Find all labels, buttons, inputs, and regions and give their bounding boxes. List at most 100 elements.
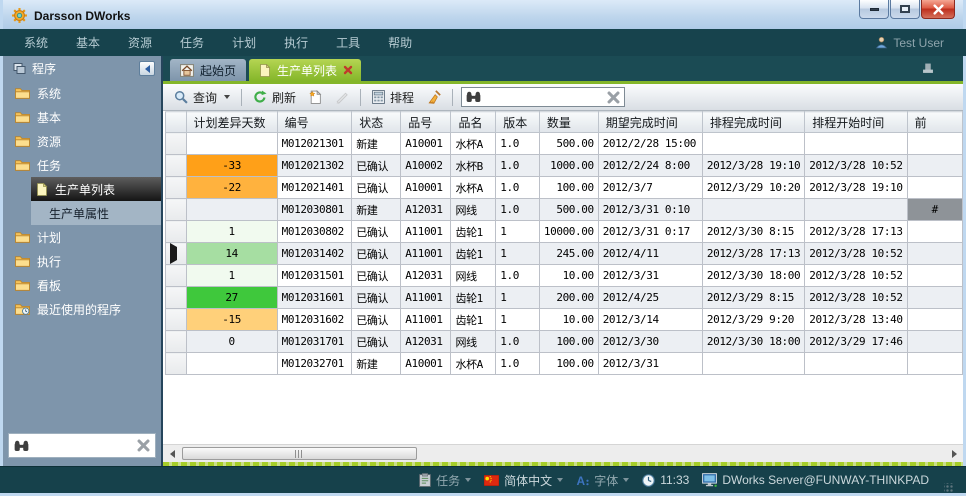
scroll-right-button[interactable] — [946, 446, 962, 462]
sidebar-item-kanban[interactable]: 看板 — [3, 273, 161, 297]
cell-extra[interactable] — [907, 265, 962, 287]
cell-expect[interactable]: 2012/3/31 0:10 — [598, 199, 702, 221]
cell-diff[interactable]: 14 — [186, 243, 277, 265]
toolbar-search-input[interactable] — [485, 90, 603, 104]
cell-num[interactable]: M012030801 — [277, 199, 352, 221]
query-button[interactable]: 查询 — [168, 86, 236, 109]
cell-extra[interactable] — [907, 177, 962, 199]
cell-qty[interactable]: 500.00 — [539, 199, 598, 221]
schedule-button[interactable]: 排程 — [366, 86, 420, 109]
cell-extra[interactable]: # — [907, 199, 962, 221]
cell-ver[interactable]: 1 — [496, 309, 540, 331]
cell-diff[interactable] — [186, 133, 277, 155]
cell-pid[interactable]: A11001 — [401, 309, 451, 331]
cell-ver[interactable]: 1.0 — [496, 331, 540, 353]
cell-num[interactable]: M012032701 — [277, 353, 352, 375]
table-row[interactable]: -15M012031602已确认A11001齿轮1110.002012/3/14… — [166, 309, 963, 331]
menu-item-resource[interactable]: 资源 — [114, 29, 166, 56]
column-header-diff[interactable]: 计划差异天数 — [186, 112, 277, 133]
row-selector[interactable] — [166, 199, 187, 221]
menu-item-task[interactable]: 任务 — [166, 29, 218, 56]
cell-pid[interactable]: A11001 — [401, 287, 451, 309]
close-button[interactable] — [921, 0, 955, 19]
cell-qty[interactable]: 100.00 — [539, 331, 598, 353]
cell-expect[interactable]: 2012/3/31 — [598, 265, 702, 287]
edit-button[interactable] — [329, 87, 355, 107]
cell-extra[interactable] — [907, 221, 962, 243]
chevron-down-icon[interactable] — [557, 478, 563, 482]
cell-status[interactable]: 新建 — [352, 199, 401, 221]
cell-status[interactable]: 已确认 — [352, 177, 401, 199]
cell-sched_end[interactable] — [702, 133, 804, 155]
cell-ver[interactable]: 1.0 — [496, 133, 540, 155]
sidebar-item-production-order-props[interactable]: 生产单属性 — [31, 201, 161, 225]
row-selector[interactable] — [166, 133, 187, 155]
cell-expect[interactable]: 2012/4/11 — [598, 243, 702, 265]
row-selector[interactable] — [166, 353, 187, 375]
cell-expect[interactable]: 2012/3/30 — [598, 331, 702, 353]
cell-num[interactable]: M012031701 — [277, 331, 352, 353]
cell-qty[interactable]: 245.00 — [539, 243, 598, 265]
cell-expect[interactable]: 2012/3/14 — [598, 309, 702, 331]
menu-item-basic[interactable]: 基本 — [62, 29, 114, 56]
cell-pname[interactable]: 齿轮1 — [451, 221, 496, 243]
tab-close-icon[interactable] — [343, 65, 353, 75]
cell-status[interactable]: 已确认 — [352, 221, 401, 243]
cell-expect[interactable]: 2012/2/28 15:00 — [598, 133, 702, 155]
column-header-ver[interactable]: 版本 — [496, 112, 540, 133]
cell-sched_end[interactable] — [702, 199, 804, 221]
cell-pname[interactable]: 齿轮1 — [451, 243, 496, 265]
cell-ver[interactable]: 1.0 — [496, 177, 540, 199]
menu-item-help[interactable]: 帮助 — [374, 29, 426, 56]
cell-pname[interactable]: 网线 — [451, 199, 496, 221]
cell-ver[interactable]: 1 — [496, 287, 540, 309]
cell-diff[interactable]: 1 — [186, 221, 277, 243]
cell-sched_start[interactable]: 2012/3/28 13:40 — [805, 309, 907, 331]
cell-num[interactable]: M012021302 — [277, 155, 352, 177]
column-header-qty[interactable]: 数量 — [539, 112, 598, 133]
cell-pname[interactable]: 齿轮1 — [451, 287, 496, 309]
column-header-sched_start[interactable]: 排程开始时间 — [805, 112, 907, 133]
column-header-pid[interactable]: 品号 — [401, 112, 451, 133]
cell-qty[interactable]: 10.00 — [539, 309, 598, 331]
maximize-button[interactable] — [890, 0, 920, 19]
table-row[interactable]: M012021301新建A10001水杯A1.0500.002012/2/28 … — [166, 133, 963, 155]
scroll-left-button[interactable] — [164, 446, 180, 462]
cell-num[interactable]: M012021301 — [277, 133, 352, 155]
column-header-pname[interactable]: 品名 — [451, 112, 496, 133]
table-row[interactable]: 1M012030802已确认A11001齿轮1110000.002012/3/3… — [166, 221, 963, 243]
cell-qty[interactable]: 100.00 — [539, 177, 598, 199]
cell-ver[interactable]: 1.0 — [496, 265, 540, 287]
cell-pid[interactable]: A11001 — [401, 243, 451, 265]
tab-production-order-list[interactable]: 生产单列表 — [249, 59, 361, 81]
row-selector[interactable] — [166, 221, 187, 243]
cell-extra[interactable] — [907, 133, 962, 155]
status-task[interactable]: 任务 — [419, 472, 471, 489]
column-header-expect[interactable]: 期望完成时间 — [598, 112, 702, 133]
cell-expect[interactable]: 2012/3/31 — [598, 353, 702, 375]
sidebar-item-recent-programs[interactable]: 最近使用的程序 — [3, 297, 161, 321]
cell-extra[interactable] — [907, 155, 962, 177]
cell-sched_end[interactable]: 2012/3/30 18:00 — [702, 265, 804, 287]
cell-qty[interactable]: 10.00 — [539, 265, 598, 287]
sidebar-collapse-button[interactable] — [139, 61, 155, 76]
cell-pid[interactable]: A12031 — [401, 199, 451, 221]
cell-diff[interactable]: 27 — [186, 287, 277, 309]
cell-sched_start[interactable]: 2012/3/28 17:13 — [805, 221, 907, 243]
cell-pname[interactable]: 水杯B — [451, 155, 496, 177]
row-selector[interactable] — [166, 243, 187, 265]
cell-pid[interactable]: A10002 — [401, 155, 451, 177]
cell-num[interactable]: M012021401 — [277, 177, 352, 199]
cell-pid[interactable]: A12031 — [401, 265, 451, 287]
cell-status[interactable]: 新建 — [352, 133, 401, 155]
clear-icon[interactable] — [137, 439, 150, 452]
row-selector[interactable] — [166, 265, 187, 287]
cell-extra[interactable] — [907, 331, 962, 353]
cell-diff[interactable] — [186, 353, 277, 375]
column-header-extra[interactable]: 前 — [907, 112, 962, 133]
cell-sched_start[interactable]: 2012/3/29 17:46 — [805, 331, 907, 353]
cell-num[interactable]: M012031601 — [277, 287, 352, 309]
cell-sched_end[interactable]: 2012/3/29 9:20 — [702, 309, 804, 331]
cell-status[interactable]: 已确认 — [352, 309, 401, 331]
cell-sched_start[interactable]: 2012/3/28 10:52 — [805, 287, 907, 309]
